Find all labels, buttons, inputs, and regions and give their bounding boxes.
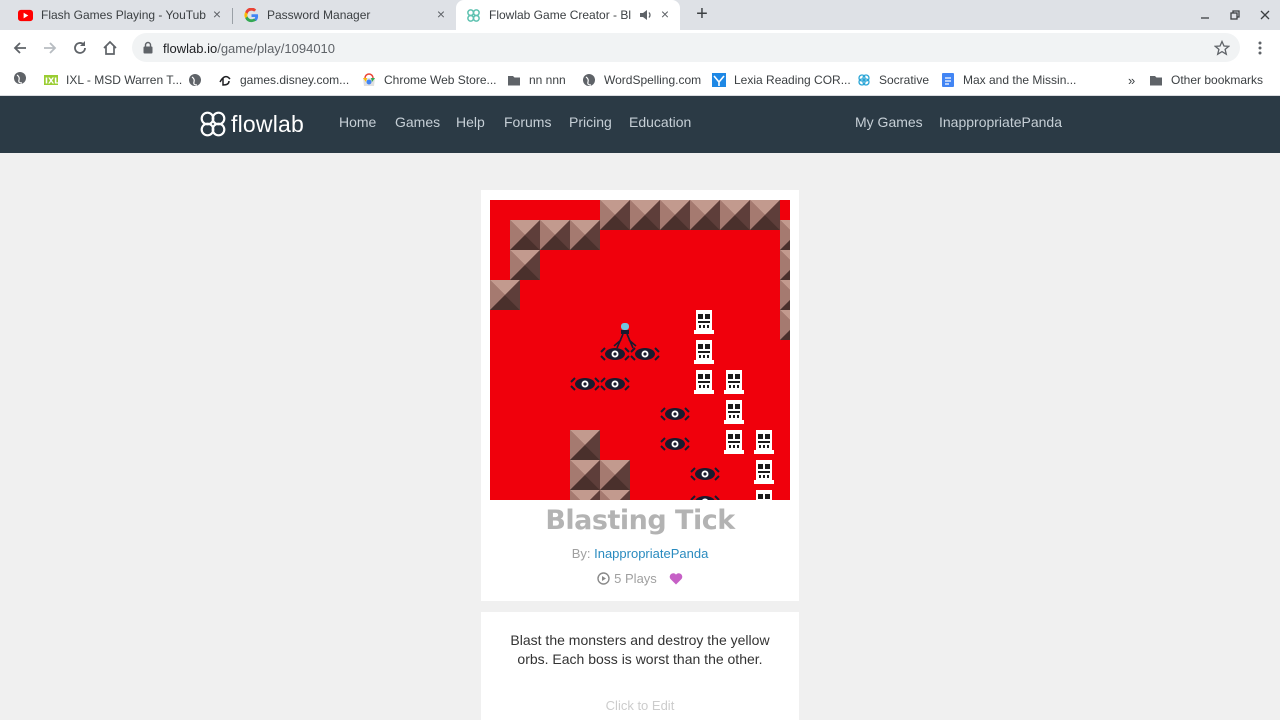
nav-forums[interactable]: Forums bbox=[504, 114, 551, 130]
forward-arrow-icon[interactable] bbox=[41, 39, 59, 57]
disney-icon bbox=[219, 75, 231, 86]
restore-icon[interactable] bbox=[1227, 7, 1243, 23]
flowlab-icon bbox=[467, 9, 480, 22]
game-scene bbox=[490, 200, 790, 500]
game-canvas[interactable] bbox=[490, 200, 790, 500]
chrome-web-store-icon bbox=[363, 73, 375, 86]
nav-user-profile[interactable]: InappropriatePanda bbox=[939, 114, 1062, 130]
close-window-icon[interactable] bbox=[1257, 7, 1273, 23]
tab-password-manager[interactable]: Password Manager × bbox=[226, 0, 456, 30]
play-count-icon bbox=[597, 572, 610, 585]
minimize-icon[interactable] bbox=[1197, 7, 1213, 23]
bookmark-lexia[interactable]: Lexia Reading COR... bbox=[712, 72, 851, 88]
lock-icon[interactable] bbox=[143, 41, 153, 54]
globe-icon bbox=[583, 74, 595, 86]
player-sprite bbox=[613, 323, 637, 349]
bookmark-label: Chrome Web Store... bbox=[384, 73, 497, 87]
bookmark-label: games.disney.com... bbox=[240, 73, 350, 87]
flowlab-logo[interactable]: flowlab bbox=[199, 110, 304, 138]
url-host: flowlab.io bbox=[163, 41, 218, 56]
game-description: Blast the monsters and destroy the yello… bbox=[510, 632, 770, 667]
by-label: By: bbox=[571, 546, 591, 561]
new-tab-icon[interactable]: + bbox=[693, 4, 711, 24]
tab-youtube[interactable]: Flash Games Playing - YouTube × bbox=[0, 0, 232, 30]
google-icon bbox=[244, 8, 259, 23]
bookmark-globe[interactable] bbox=[188, 72, 210, 88]
reload-icon[interactable] bbox=[71, 39, 89, 57]
bookmark-label: Max and the Missin... bbox=[963, 73, 1077, 87]
play-count: 5 Plays bbox=[614, 571, 657, 586]
close-tab-icon[interactable]: × bbox=[210, 7, 224, 21]
close-tab-icon[interactable]: × bbox=[658, 7, 672, 21]
nav-my-games[interactable]: My Games bbox=[855, 114, 923, 130]
tab-title: Flash Games Playing - YouTube bbox=[41, 8, 206, 22]
nav-pricing[interactable]: Pricing bbox=[569, 114, 612, 130]
bookmark-max-missing[interactable]: Max and the Missin... bbox=[941, 72, 1076, 88]
lexia-icon bbox=[712, 73, 726, 87]
ixl-icon: IXL bbox=[44, 75, 58, 86]
tab-flowlab[interactable]: Flowlab Game Creator - Blas × bbox=[456, 0, 680, 30]
url-text[interactable]: flowlab.io/game/play/1094010 bbox=[163, 41, 335, 56]
logo-text: flowlab bbox=[231, 110, 304, 137]
bookmark-label: Socrative bbox=[879, 73, 930, 87]
flowlab-logo-icon bbox=[200, 111, 226, 137]
click-to-edit-link[interactable]: Click to Edit bbox=[481, 698, 799, 713]
game-title: Blasting Tick bbox=[545, 505, 735, 536]
other-bookmarks[interactable]: Other bookmarks bbox=[1149, 72, 1263, 88]
bookmark-ixl[interactable]: IXL IXL - MSD Warren T... bbox=[44, 72, 182, 88]
bookmark-folder-nn[interactable]: nn nnn bbox=[507, 72, 566, 88]
speaker-icon[interactable] bbox=[639, 8, 653, 22]
bookmark-label: nn nnn bbox=[529, 73, 566, 87]
game-byline: By: InappropriatePanda bbox=[481, 546, 799, 561]
nav-home[interactable]: Home bbox=[339, 114, 376, 130]
socrative-icon bbox=[858, 74, 870, 86]
bookmark-disney[interactable]: games.disney.com... bbox=[218, 72, 349, 88]
globe-icon bbox=[189, 74, 201, 86]
menu-kebab-icon[interactable] bbox=[1254, 40, 1266, 56]
game-stats: 5 Plays bbox=[481, 571, 799, 586]
bookmark-label: WordSpelling.com bbox=[604, 73, 702, 87]
back-arrow-icon[interactable] bbox=[11, 39, 29, 57]
folder-icon bbox=[508, 76, 520, 86]
docs-icon bbox=[942, 73, 954, 87]
nav-games[interactable]: Games bbox=[395, 114, 440, 130]
url-path: /game/play/1094010 bbox=[217, 41, 336, 56]
folder-icon bbox=[1150, 76, 1162, 86]
bookmark-label: IXL - MSD Warren T... bbox=[66, 73, 183, 87]
bookmark-chrome-web-store[interactable]: Chrome Web Store... bbox=[362, 72, 497, 88]
home-icon[interactable] bbox=[101, 39, 119, 57]
tab-title: Password Manager bbox=[267, 8, 371, 22]
bookmark-socrative[interactable]: Socrative bbox=[857, 72, 929, 88]
heart-icon[interactable] bbox=[669, 572, 683, 585]
youtube-icon bbox=[18, 9, 33, 22]
tab-title: Flowlab Game Creator - Blas bbox=[489, 8, 631, 22]
bookmark-wordspelling[interactable]: WordSpelling.com bbox=[582, 72, 701, 88]
author-link[interactable]: InappropriatePanda bbox=[594, 546, 708, 561]
bookmark-label: Other bookmarks bbox=[1171, 73, 1264, 87]
svg-text:IXL: IXL bbox=[45, 77, 58, 86]
nav-education[interactable]: Education bbox=[629, 114, 691, 130]
globe-icon[interactable] bbox=[13, 71, 27, 85]
more-bookmarks-chevron[interactable]: » bbox=[1128, 72, 1135, 88]
nav-help[interactable]: Help bbox=[456, 114, 485, 130]
close-tab-icon[interactable]: × bbox=[434, 7, 448, 21]
bookmark-label: Lexia Reading COR... bbox=[734, 73, 851, 87]
bookmark-star-icon[interactable] bbox=[1214, 40, 1230, 56]
